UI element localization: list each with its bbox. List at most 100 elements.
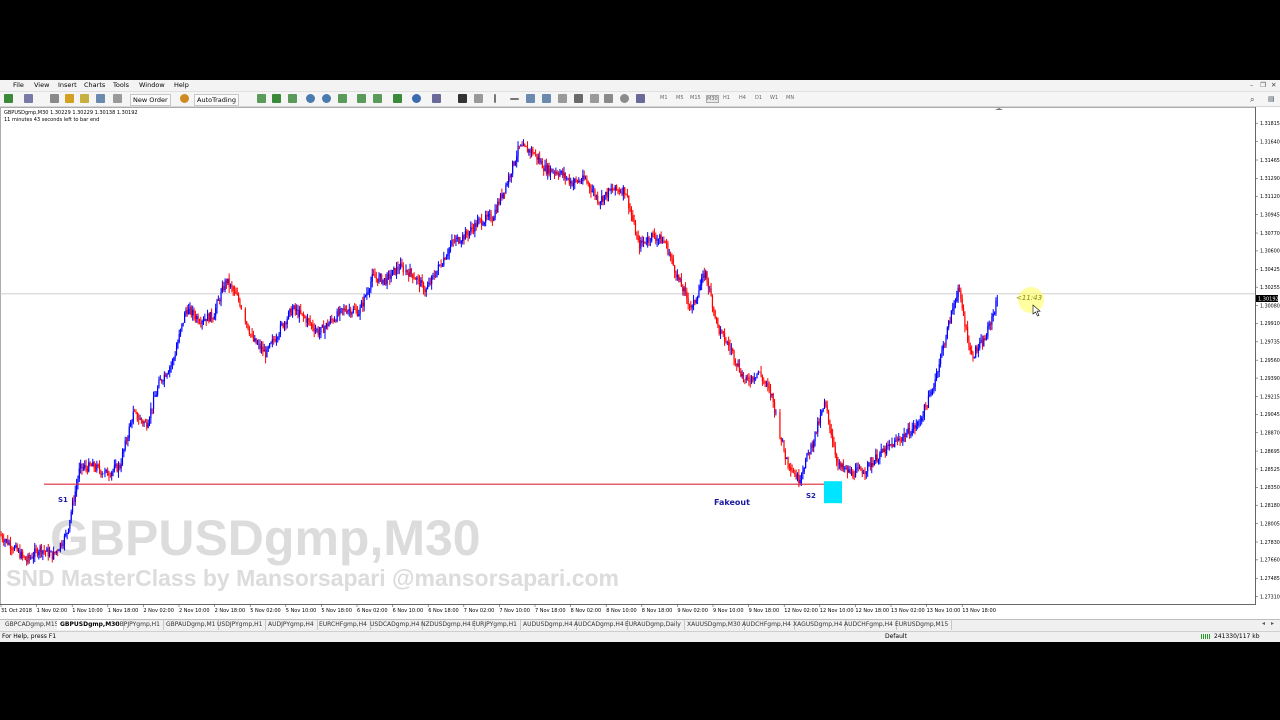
timeframe-m5[interactable]: M5 [676, 95, 684, 101]
timeframe-m30[interactable]: M30 [706, 95, 719, 103]
status-profile: Default [885, 633, 907, 640]
tab-audchfgmp-h4[interactable]: AUDCHFgmp,H4 [739, 620, 795, 630]
search-icon[interactable]: ⌕ [1250, 95, 1254, 105]
cursor-icon[interactable] [458, 94, 467, 103]
time-tick-label: 2 Nov 02:00 [143, 608, 174, 614]
timeframe-m15[interactable]: M15 [690, 95, 701, 101]
price-tick-label: 1.31290 [1260, 176, 1280, 182]
tab-scroll-left-icon[interactable]: ◂ [1262, 620, 1265, 627]
tab-scroll-right-icon[interactable]: ▸ [1271, 620, 1274, 627]
timeframe-m1[interactable]: M1 [660, 95, 668, 101]
price-tick-label: 1.30255 [1260, 285, 1280, 291]
timeframe-h1[interactable]: H1 [723, 95, 730, 101]
tile-windows-icon[interactable] [338, 94, 347, 103]
menu-tools[interactable]: Tools [113, 81, 129, 89]
crosshair-icon[interactable] [474, 94, 483, 103]
price-tick-label: 1.30080 [1260, 303, 1280, 309]
timeframe-h4[interactable]: H4 [739, 95, 746, 101]
tab-xauusdgmp-m30[interactable]: XAUUSDgmp,M30 [684, 620, 745, 630]
arrows-icon[interactable] [636, 94, 645, 103]
tab-euraudgmp-daily[interactable]: EURAUDgmp,Daily [622, 620, 685, 630]
tab-gbpaudgmp-m1[interactable]: GBPAUDgmp,M1 [163, 620, 220, 630]
autoscroll-icon[interactable] [373, 94, 382, 103]
close-icon[interactable]: ✕ [1271, 81, 1276, 89]
timeframe-d1[interactable]: D1 [755, 95, 762, 101]
chart-shift-marker-icon [995, 108, 1003, 110]
time-tick-label: 7 Nov 18:00 [535, 608, 566, 614]
equidistant-channel-icon[interactable] [542, 94, 551, 103]
data-window-icon[interactable] [113, 94, 122, 103]
ellipse-icon[interactable] [620, 94, 629, 103]
candles-icon[interactable] [272, 94, 281, 103]
status-help: For Help, press F1 [2, 633, 57, 640]
new-chart-icon[interactable] [4, 94, 13, 103]
profiles-icon[interactable] [24, 94, 33, 103]
menu-file[interactable]: File [13, 81, 24, 89]
new-order-button[interactable]: New Order [130, 94, 171, 106]
tab-eurjpygmp-h1[interactable]: EURJPYgmp,H1 [469, 620, 521, 630]
time-tick-label: 6 Nov 10:00 [393, 608, 424, 614]
templates-icon[interactable] [432, 94, 441, 103]
menu-insert[interactable]: Insert [58, 81, 77, 89]
tab-audusdgmp-h4[interactable]: AUDUSDgmp,H4 [520, 620, 577, 630]
periods-icon[interactable] [412, 94, 421, 103]
menu-view[interactable]: View [34, 81, 49, 89]
bar-chart-icon[interactable] [257, 94, 266, 103]
text-icon[interactable] [574, 94, 583, 103]
tab-xagusdgmp-h4[interactable]: XAGUSDgmp,H4 [790, 620, 847, 630]
tab-audcadgmp-h4[interactable]: AUDCADgmp,H4 [571, 620, 628, 630]
time-tick-label: 13 Nov 18:00 [962, 608, 996, 614]
terminal-window: File View Insert Charts Tools Window Hel… [0, 80, 1280, 642]
terminal-icon[interactable] [80, 94, 89, 103]
time-tick-label: 12 Nov 18:00 [855, 608, 889, 614]
price-tick-label: 1.28005 [1260, 521, 1280, 527]
menu-window[interactable]: Window [139, 81, 165, 89]
autotrading-button[interactable]: AutoTrading [194, 94, 239, 106]
restore-icon[interactable]: ❐ [1260, 81, 1266, 89]
fibonacci-icon[interactable] [558, 94, 567, 103]
chat-icon[interactable]: ▤ [1268, 95, 1275, 103]
price-tick-label: 1.29560 [1260, 358, 1280, 364]
time-tick-label: 5 Nov 10:00 [286, 608, 317, 614]
time-tick-label: 1 Nov 18:00 [108, 608, 139, 614]
time-tick-label: 8 Nov 02:00 [571, 608, 602, 614]
vertical-line-icon[interactable] [494, 94, 496, 103]
chart-window[interactable]: GBPUSDgmp,M30 SND MasterClass by Mansors… [0, 107, 1280, 619]
zoom-in-icon[interactable] [306, 94, 315, 103]
zoom-out-icon[interactable] [322, 94, 331, 103]
tab-audjpygmp-h4[interactable]: AUDJPYgmp,H4 [265, 620, 318, 630]
rectangle-icon[interactable] [604, 94, 613, 103]
navigator-icon[interactable] [65, 94, 74, 103]
price-chart[interactable]: GBPUSDgmp,M30 SND MasterClass by Mansors… [0, 107, 1280, 619]
tab-gbpcadgmp-m15[interactable]: GBPCADgmp,M15 [2, 620, 63, 630]
market-watch-icon[interactable] [50, 94, 59, 103]
tab-eurusdgmp-m15[interactable]: EURUSDgmp,M15 [892, 620, 953, 630]
tab-gbpjpygmp-h1[interactable]: GBPJPYgmp,H1 [112, 620, 165, 630]
price-tick-label: 1.28695 [1260, 449, 1280, 455]
tester-icon[interactable] [96, 94, 105, 103]
menu-charts[interactable]: Charts [84, 81, 105, 89]
chart-tabs: ◂ ▸ GBPCADgmp,M15 GBPUSDgmp,M30 GBPJPYgmp,… [0, 619, 1280, 631]
text-label-icon[interactable] [590, 94, 599, 103]
tab-usdcadgmp-h4[interactable]: USDCADgmp,H4 [367, 620, 424, 630]
price-tick-label: 1.28525 [1260, 467, 1280, 473]
trendline-icon[interactable] [526, 94, 535, 103]
timeframe-mn[interactable]: MN [786, 95, 794, 101]
line-chart-icon[interactable] [288, 94, 297, 103]
tab-eurchfgmp-h4[interactable]: EURCHFgmp,H4 [316, 620, 371, 630]
watermark-title: GBPUSDgmp,M30 [50, 510, 481, 566]
price-tick-label: 1.31465 [1260, 158, 1280, 164]
metaeditor-icon[interactable] [180, 94, 189, 103]
tab-nzdusdgmp-h4[interactable]: NZDUSDgmp,H4 [418, 620, 475, 630]
indicators-icon[interactable] [393, 94, 402, 103]
timeframe-w1[interactable]: W1 [770, 95, 778, 101]
tab-usdjpygmp-h1[interactable]: USDJPYgmp,H1 [214, 620, 267, 630]
chart-shift-icon[interactable] [357, 94, 366, 103]
tab-audchfgmp-h4[interactable]: AUDCHFgmp,H4 [841, 620, 897, 630]
price-tick-label: 1.27485 [1260, 576, 1280, 582]
menu-help[interactable]: Help [174, 81, 189, 89]
minimize-icon[interactable]: – [1250, 81, 1253, 89]
horizontal-line-icon[interactable] [510, 98, 519, 100]
price-tick-label: 1.30600 [1260, 249, 1280, 255]
price-tick-label: 1.29215 [1260, 394, 1280, 400]
